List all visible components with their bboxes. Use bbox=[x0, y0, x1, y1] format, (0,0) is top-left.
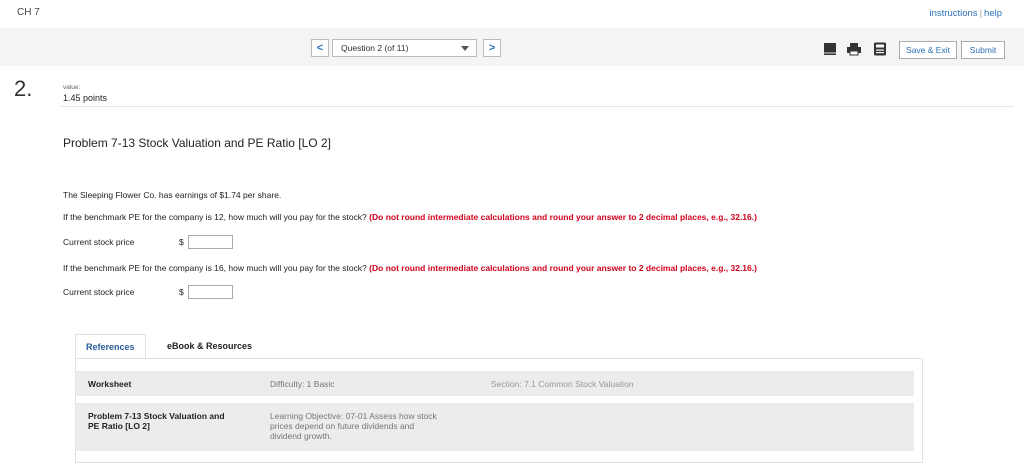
part2-currency: $ bbox=[179, 287, 184, 297]
part1-rounding-note: (Do not round intermediate calculations … bbox=[369, 212, 757, 222]
learning-objective: Learning Objective: 07-01 Assess how sto… bbox=[270, 411, 437, 441]
problem-reference-line1: Problem 7-13 Stock Valuation and bbox=[88, 411, 225, 421]
worksheet-label: Worksheet bbox=[88, 379, 132, 389]
part2-answer-input[interactable] bbox=[188, 285, 233, 299]
instructions-link[interactable]: instructions bbox=[930, 8, 978, 19]
problem-title: Problem 7-13 Stock Valuation and PE Rati… bbox=[63, 136, 331, 150]
learning-objective-line3: dividend growth. bbox=[270, 431, 332, 441]
problem-reference-name: Problem 7-13 Stock Valuation and PE Rati… bbox=[88, 411, 225, 431]
points-value: 1.45 points bbox=[63, 93, 108, 103]
part1-label: Current stock price bbox=[63, 237, 135, 247]
top-header: CH 7 instructions | help bbox=[0, 0, 1024, 28]
part2-question-text: If the benchmark PE for the company is 1… bbox=[63, 263, 367, 273]
part1-currency: $ bbox=[179, 237, 184, 247]
references-content: Worksheet Difficulty: 1 Basic Section: 7… bbox=[75, 358, 923, 463]
header-divider bbox=[60, 106, 1014, 107]
problem-reference-line2: PE Ratio [LO 2] bbox=[88, 421, 150, 431]
part1-question: If the benchmark PE for the company is 1… bbox=[63, 212, 757, 222]
difficulty-label: Difficulty: 1 Basic bbox=[270, 379, 335, 389]
save-exit-button[interactable]: Save & Exit bbox=[899, 41, 957, 59]
table-row: Worksheet Difficulty: 1 Basic Section: 7… bbox=[76, 371, 914, 396]
tab-ebook-resources[interactable]: eBook & Resources bbox=[167, 334, 252, 358]
value-label: value: bbox=[63, 84, 81, 91]
part2-label: Current stock price bbox=[63, 287, 135, 297]
table-row: Problem 7-13 Stock Valuation and PE Rati… bbox=[76, 403, 914, 451]
part2-rounding-note: (Do not round intermediate calculations … bbox=[369, 263, 757, 273]
learning-objective-line1: Learning Objective: 07-01 Assess how sto… bbox=[270, 411, 437, 421]
section-label: Section: 7.1 Common Stock Valuation bbox=[491, 379, 634, 389]
submit-button[interactable]: Submit bbox=[961, 41, 1005, 59]
printer-icon[interactable] bbox=[847, 42, 861, 56]
learning-objective-line2: prices depend on future dividends and bbox=[270, 421, 415, 431]
chapter-label: CH 7 bbox=[17, 7, 40, 18]
book-icon[interactable] bbox=[823, 42, 837, 56]
chevron-down-icon bbox=[461, 46, 469, 51]
references-panel: References eBook & Resources Worksheet D… bbox=[75, 334, 923, 463]
problem-intro: The Sleeping Flower Co. has earnings of … bbox=[63, 190, 282, 200]
help-links: instructions | help bbox=[930, 8, 1003, 19]
question-selector[interactable]: Question 2 (of 11) bbox=[332, 39, 477, 57]
question-selector-label: Question 2 (of 11) bbox=[341, 43, 409, 53]
next-question-button[interactable]: > bbox=[483, 39, 501, 57]
question-toolbar: < Question 2 (of 11) > Save & Exit Submi… bbox=[0, 28, 1024, 66]
part1-question-text: If the benchmark PE for the company is 1… bbox=[63, 212, 367, 222]
previous-question-button[interactable]: < bbox=[311, 39, 329, 57]
calculator-icon[interactable] bbox=[873, 42, 887, 56]
question-number: 2. bbox=[14, 76, 33, 101]
tab-references[interactable]: References bbox=[75, 334, 146, 359]
help-link[interactable]: help bbox=[984, 8, 1002, 19]
part1-answer-input[interactable] bbox=[188, 235, 233, 249]
part2-question: If the benchmark PE for the company is 1… bbox=[63, 263, 757, 273]
